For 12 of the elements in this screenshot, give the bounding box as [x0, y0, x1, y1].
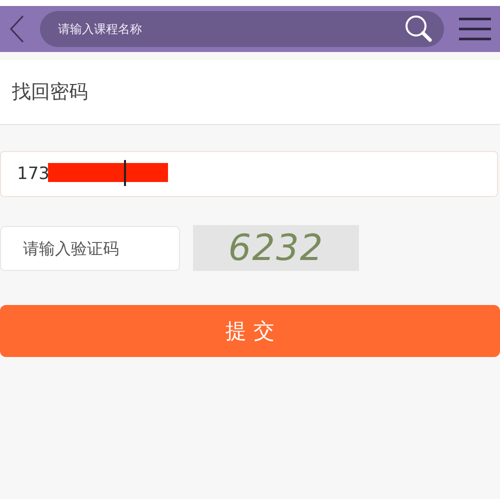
captcha-field[interactable]: 请输入验证码 — [0, 226, 180, 270]
text-cursor — [124, 160, 126, 186]
phone-field[interactable]: 173 — [0, 151, 498, 197]
page-title: 找回密码 — [12, 80, 88, 105]
search-icon[interactable] — [404, 14, 434, 44]
captcha-image[interactable]: 6232 — [193, 225, 359, 271]
phone-value: 173 — [17, 164, 50, 184]
captcha-code: 6232 — [228, 228, 324, 268]
back-icon[interactable] — [8, 14, 26, 44]
menu-icon[interactable] — [458, 17, 492, 41]
submit-button[interactable]: 提 交 — [0, 305, 500, 357]
search-field[interactable]: 请输入课程名称 — [40, 11, 444, 47]
